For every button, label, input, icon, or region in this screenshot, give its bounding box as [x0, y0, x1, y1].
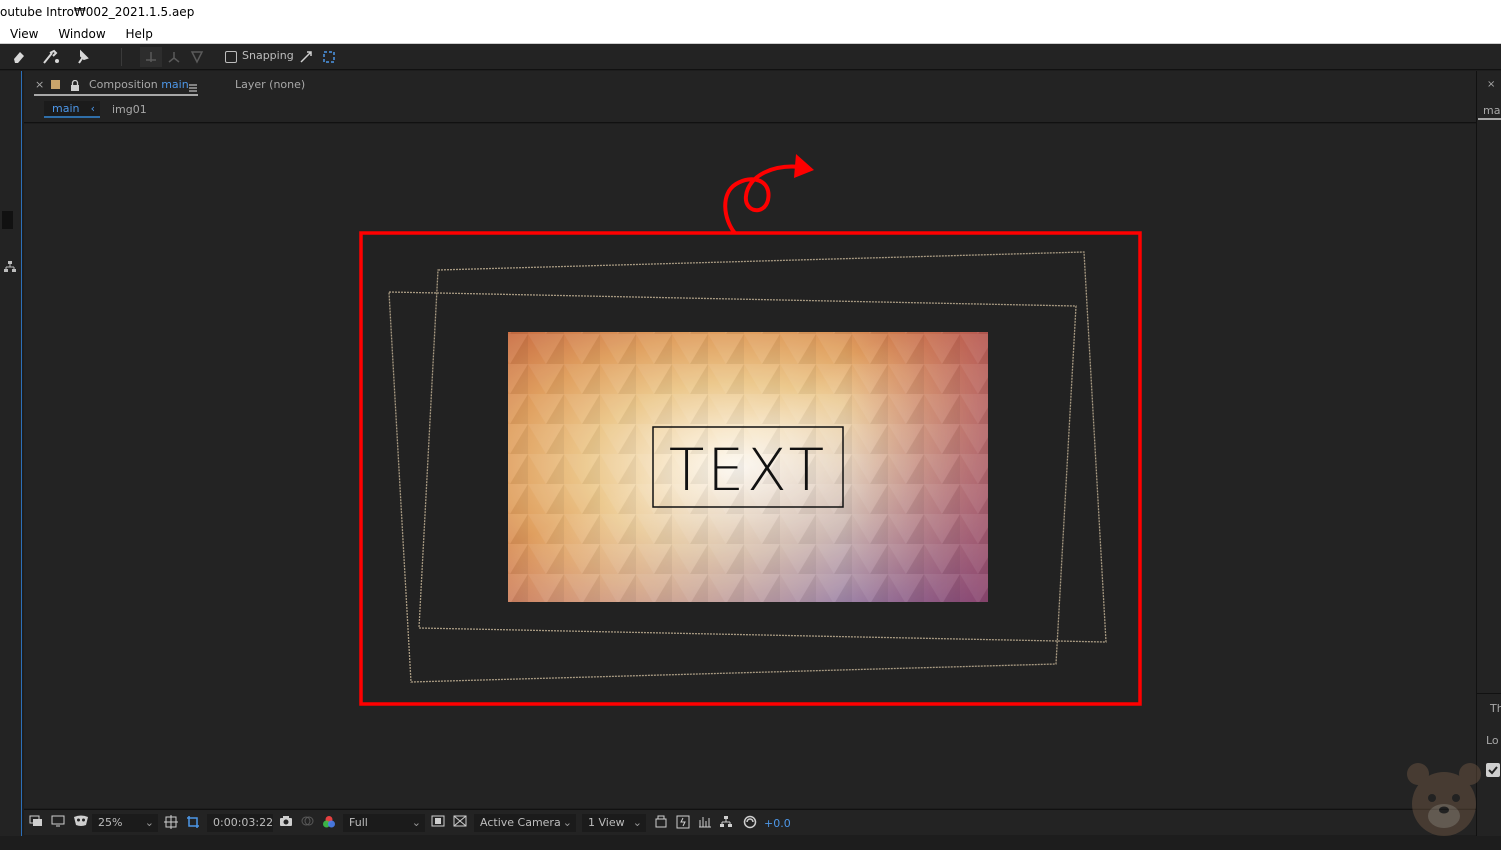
mask-visibility-icon[interactable]: [73, 815, 89, 832]
transparency-grid-icon[interactable]: [453, 815, 467, 832]
preview-text: TEXT: [669, 436, 827, 504]
composition-name: main: [161, 78, 189, 91]
composition-tab-label[interactable]: Composition main: [89, 78, 189, 91]
color-channels-icon[interactable]: [322, 815, 336, 832]
current-time-display[interactable]: 0:00:03:22: [207, 814, 273, 832]
window-title: outube Intro₩002_2021.1.5.aep: [0, 0, 1501, 24]
snapping-label: Snapping: [242, 49, 294, 62]
local-axis-icon[interactable]: [140, 47, 162, 67]
right-tab-underline: [1478, 118, 1501, 120]
right-panel-checkbox[interactable]: [1486, 763, 1500, 777]
world-axis-icon[interactable]: [163, 47, 185, 67]
fast-previews-icon[interactable]: [431, 815, 445, 832]
view-layout-dropdown[interactable]: 1 View ⌄: [582, 814, 646, 832]
composition-panel-header: × Composition main Layer (none) main ‹ i…: [24, 71, 1476, 123]
breadcrumb-main-label: main: [52, 102, 80, 115]
puppet-pin-tool-icon[interactable]: [72, 47, 94, 67]
show-snapshot-icon[interactable]: [300, 815, 314, 832]
eraser-tool-icon[interactable]: [8, 47, 30, 67]
breadcrumb-chevron-icon: ‹: [90, 102, 95, 115]
snapping-checkbox[interactable]: [225, 51, 237, 63]
breadcrumb-img01[interactable]: img01: [112, 103, 147, 116]
zoom-dropdown[interactable]: 25% ⌄: [92, 814, 158, 832]
snap-expand-icon[interactable]: [295, 47, 317, 67]
fit-frame-icon[interactable]: [164, 815, 178, 832]
menu-view[interactable]: View: [4, 24, 44, 44]
app-window: outube Intro₩002_2021.1.5.aep View Windo…: [0, 0, 1501, 850]
fast-draft-icon[interactable]: [676, 815, 690, 832]
viewer-canvas: TEXT: [359, 154, 1142, 706]
viewer-footer: 25% ⌄ 0:00:03:22 Full ⌄ Active Camera ⌄ …: [24, 809, 1476, 835]
resolution-value: Full: [349, 816, 368, 829]
view-axis-icon[interactable]: [186, 47, 208, 67]
always-preview-icon[interactable]: [29, 815, 43, 832]
menu-window[interactable]: Window: [52, 24, 111, 44]
left-panel-strip: [0, 71, 22, 836]
right-panel-strip: × ma Th Lo: [1476, 71, 1501, 836]
reset-exposure-icon[interactable]: [743, 815, 757, 832]
snapshot-camera-icon[interactable]: [279, 815, 293, 832]
snap-feather-icon[interactable]: [318, 47, 340, 67]
hierarchy-icon[interactable]: [3, 259, 17, 278]
right-panel-tab-label[interactable]: ma: [1483, 104, 1500, 117]
camera-view-dropdown[interactable]: Active Camera ⌄: [474, 814, 576, 832]
composition-color-swatch: [51, 80, 60, 89]
monitor-icon[interactable]: [51, 815, 65, 832]
bottom-bar: [0, 836, 1501, 850]
bear-watermark-icon: [1404, 760, 1484, 840]
right-close-icon[interactable]: ×: [1487, 79, 1495, 90]
region-of-interest-icon[interactable]: [186, 815, 200, 832]
menu-help[interactable]: Help: [119, 24, 158, 44]
camera-value: Active Camera: [480, 816, 561, 829]
roto-brush-tool-icon[interactable]: [40, 47, 62, 67]
chevron-down-icon: ⌄: [632, 816, 642, 829]
close-tab-icon[interactable]: ×: [35, 78, 44, 91]
left-panel-tab[interactable]: [2, 211, 13, 229]
tools-toolbar: Snapping: [0, 44, 1501, 70]
exposure-value[interactable]: +0.0: [764, 815, 791, 832]
breadcrumb-main[interactable]: main ‹: [44, 101, 100, 118]
toggle-pixel-aspect-icon[interactable]: [654, 815, 668, 832]
menu-bar: View Window Help: [0, 24, 1501, 44]
timecode-value: 0:00:03:22: [213, 816, 274, 829]
panel-menu-icon[interactable]: [188, 78, 198, 97]
right-panel-text-2: Lo: [1486, 734, 1499, 747]
toolbar-divider: [121, 48, 122, 66]
chevron-down-icon: ⌄: [411, 816, 421, 829]
timeline-icon[interactable]: [698, 815, 712, 832]
chevron-down-icon: ⌄: [562, 816, 572, 829]
right-panel-divider: [1477, 693, 1501, 694]
views-value: 1 View: [588, 816, 625, 829]
resolution-dropdown[interactable]: Full ⌄: [343, 814, 425, 832]
right-panel-text-1: Th: [1490, 702, 1501, 715]
composition-label-prefix: Composition: [89, 78, 158, 91]
annotation-arrowhead-icon: [794, 154, 814, 178]
tab-layer[interactable]: Layer (none): [235, 78, 305, 91]
zoom-value: 25%: [98, 816, 123, 829]
lock-icon[interactable]: [70, 77, 80, 96]
composition-viewer[interactable]: TEXT: [24, 124, 1476, 808]
flowchart-icon[interactable]: [719, 815, 733, 832]
chevron-down-icon: ⌄: [144, 816, 154, 829]
